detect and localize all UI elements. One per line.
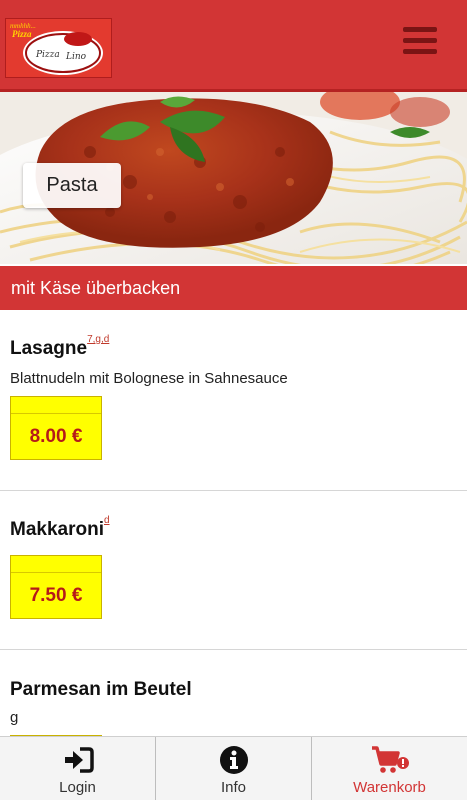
item-name: Parmesan im Beutel xyxy=(10,679,192,700)
svg-text:Pizza: Pizza xyxy=(12,29,32,39)
nav-login-label: Login xyxy=(59,779,96,796)
nav-info[interactable]: Info xyxy=(155,737,311,800)
add-to-cart-price-button[interactable]: 8.00 € xyxy=(10,396,102,460)
nav-cart[interactable]: Warenkorb xyxy=(311,737,467,800)
category-label: Pasta xyxy=(23,163,121,208)
svg-text:Lino: Lino xyxy=(65,52,87,62)
brand-logo[interactable]: mmhhh... Pizza Pizza Lino xyxy=(5,18,112,78)
nav-login[interactable]: Login xyxy=(0,737,155,800)
allergen-link[interactable]: d xyxy=(104,515,110,526)
login-icon xyxy=(64,747,94,773)
item-name: Lasagne7,g,d xyxy=(10,334,110,359)
category-hero-image: Pasta xyxy=(0,92,467,264)
app-header: mmhhh... Pizza Pizza Lino xyxy=(0,0,467,92)
menu-item-list: Lasagne7,g,d Blattnudeln mit Bolognese i… xyxy=(0,310,467,799)
price-label: 8.00 € xyxy=(29,426,83,447)
item-name: Makkaronid xyxy=(10,515,110,540)
add-to-cart-price-button[interactable]: 7.50 € xyxy=(10,555,102,619)
bottom-navigation: Login Info Warenkorb xyxy=(0,736,467,800)
brand-logo-graphic: mmhhh... Pizza Pizza Lino xyxy=(6,19,111,77)
price-label: 7.50 € xyxy=(29,585,83,606)
item-description: g xyxy=(10,709,19,726)
menu-item: Makkaronid 7.50 € xyxy=(0,491,467,650)
hamburger-menu-icon[interactable] xyxy=(403,27,437,59)
menu-item: Lasagne7,g,d Blattnudeln mit Bolognese i… xyxy=(0,310,467,491)
nav-info-label: Info xyxy=(220,779,247,796)
allergen-link[interactable]: 7,g,d xyxy=(87,334,109,345)
svg-text:Pizza: Pizza xyxy=(35,50,60,60)
item-description: Blattnudeln mit Bolognese in Sahnesauce xyxy=(10,370,288,387)
section-header: mit Käse überbacken xyxy=(0,266,467,310)
nav-cart-label: Warenkorb xyxy=(353,779,426,796)
cart-icon xyxy=(371,746,409,773)
info-icon xyxy=(219,746,248,774)
